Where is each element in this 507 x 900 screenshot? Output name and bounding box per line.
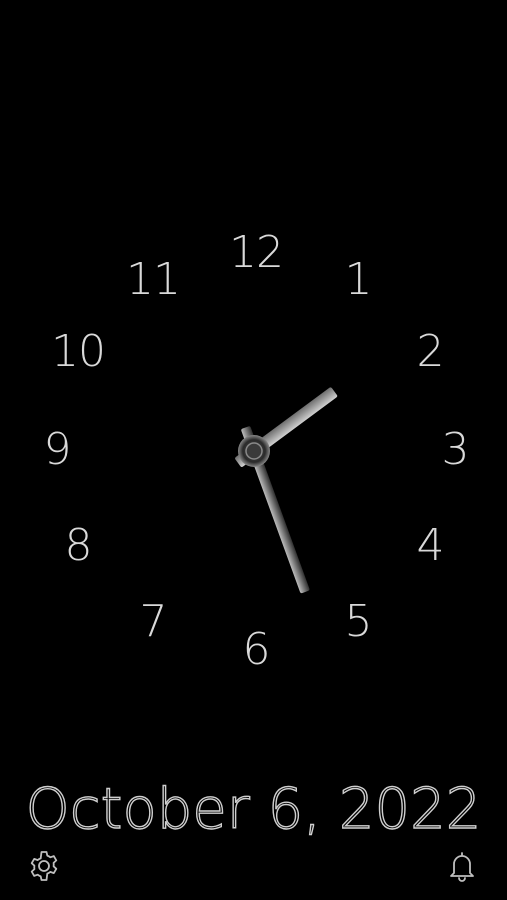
date-label: October 6, 2022 [25,777,482,842]
settings-button[interactable] [24,846,64,886]
clock-screen: 12 1 2 3 4 5 6 7 8 9 10 11 October 6, 20… [0,0,507,900]
gear-icon [30,851,58,881]
clock-hub-center [245,442,263,460]
clock-hands [235,387,338,594]
analog-clock: 12 1 2 3 4 5 6 7 8 9 10 11 [0,0,507,900]
alarm-button[interactable] [442,846,482,886]
bell-icon [450,852,474,882]
